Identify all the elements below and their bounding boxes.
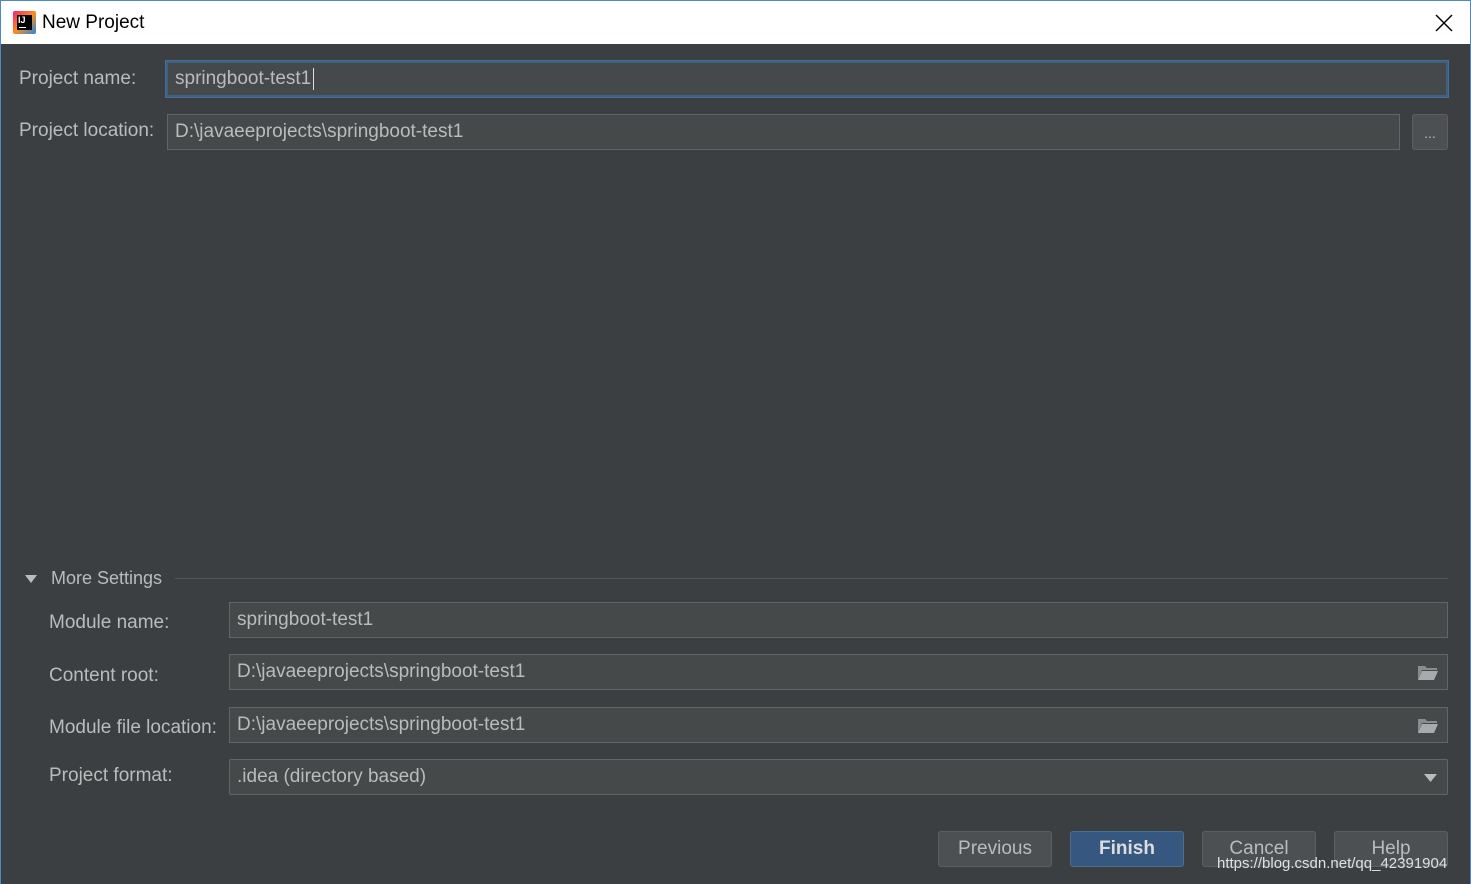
module-name-input[interactable]: springboot-test1 [229, 602, 1448, 638]
window-title: New Project [42, 12, 145, 33]
project-format-select[interactable]: .idea (directory based) [229, 759, 1448, 795]
project-format-label: Project format: [49, 765, 173, 786]
watermark-text: https://blog.csdn.net/qq_42391904 [1217, 855, 1448, 872]
folder-icon[interactable] [1417, 664, 1439, 681]
content-root-input[interactable]: D:\javaeeprojects\springboot-test1 [229, 654, 1448, 690]
project-name-label: Project name: [19, 68, 137, 89]
close-button[interactable] [1432, 11, 1456, 35]
more-settings-toggle[interactable]: More Settings [51, 568, 162, 589]
project-location-label: Project location: [19, 120, 155, 141]
content-root-label: Content root: [49, 665, 159, 686]
title-bar: IJ New Project [0, 0, 1471, 44]
chevron-down-icon [1424, 774, 1437, 782]
content-root-value: D:\javaeeprojects\springboot-test1 [237, 661, 526, 682]
close-icon [1435, 14, 1453, 32]
module-file-location-input[interactable]: D:\javaeeprojects\springboot-test1 [229, 707, 1448, 743]
module-name-label: Module name: [49, 612, 170, 633]
module-file-location-label: Module file location: [49, 717, 217, 738]
window-border-left [0, 44, 1, 884]
finish-button[interactable]: Finish [1070, 831, 1184, 867]
browse-location-button[interactable]: ... [1412, 114, 1448, 150]
previous-button[interactable]: Previous [938, 831, 1052, 867]
module-file-location-value: D:\javaeeprojects\springboot-test1 [237, 714, 526, 735]
expand-arrow-icon[interactable] [24, 574, 38, 584]
section-divider [175, 578, 1448, 579]
text-caret [313, 67, 315, 90]
project-name-input[interactable]: springboot-test1 [166, 61, 1448, 97]
project-format-value: .idea (directory based) [237, 766, 427, 787]
project-name-value: springboot-test1 [175, 68, 312, 89]
folder-icon[interactable] [1417, 717, 1439, 734]
intellij-idea-icon: IJ [13, 11, 36, 34]
project-location-input[interactable]: D:\javaeeprojects\springboot-test1 [167, 114, 1400, 150]
